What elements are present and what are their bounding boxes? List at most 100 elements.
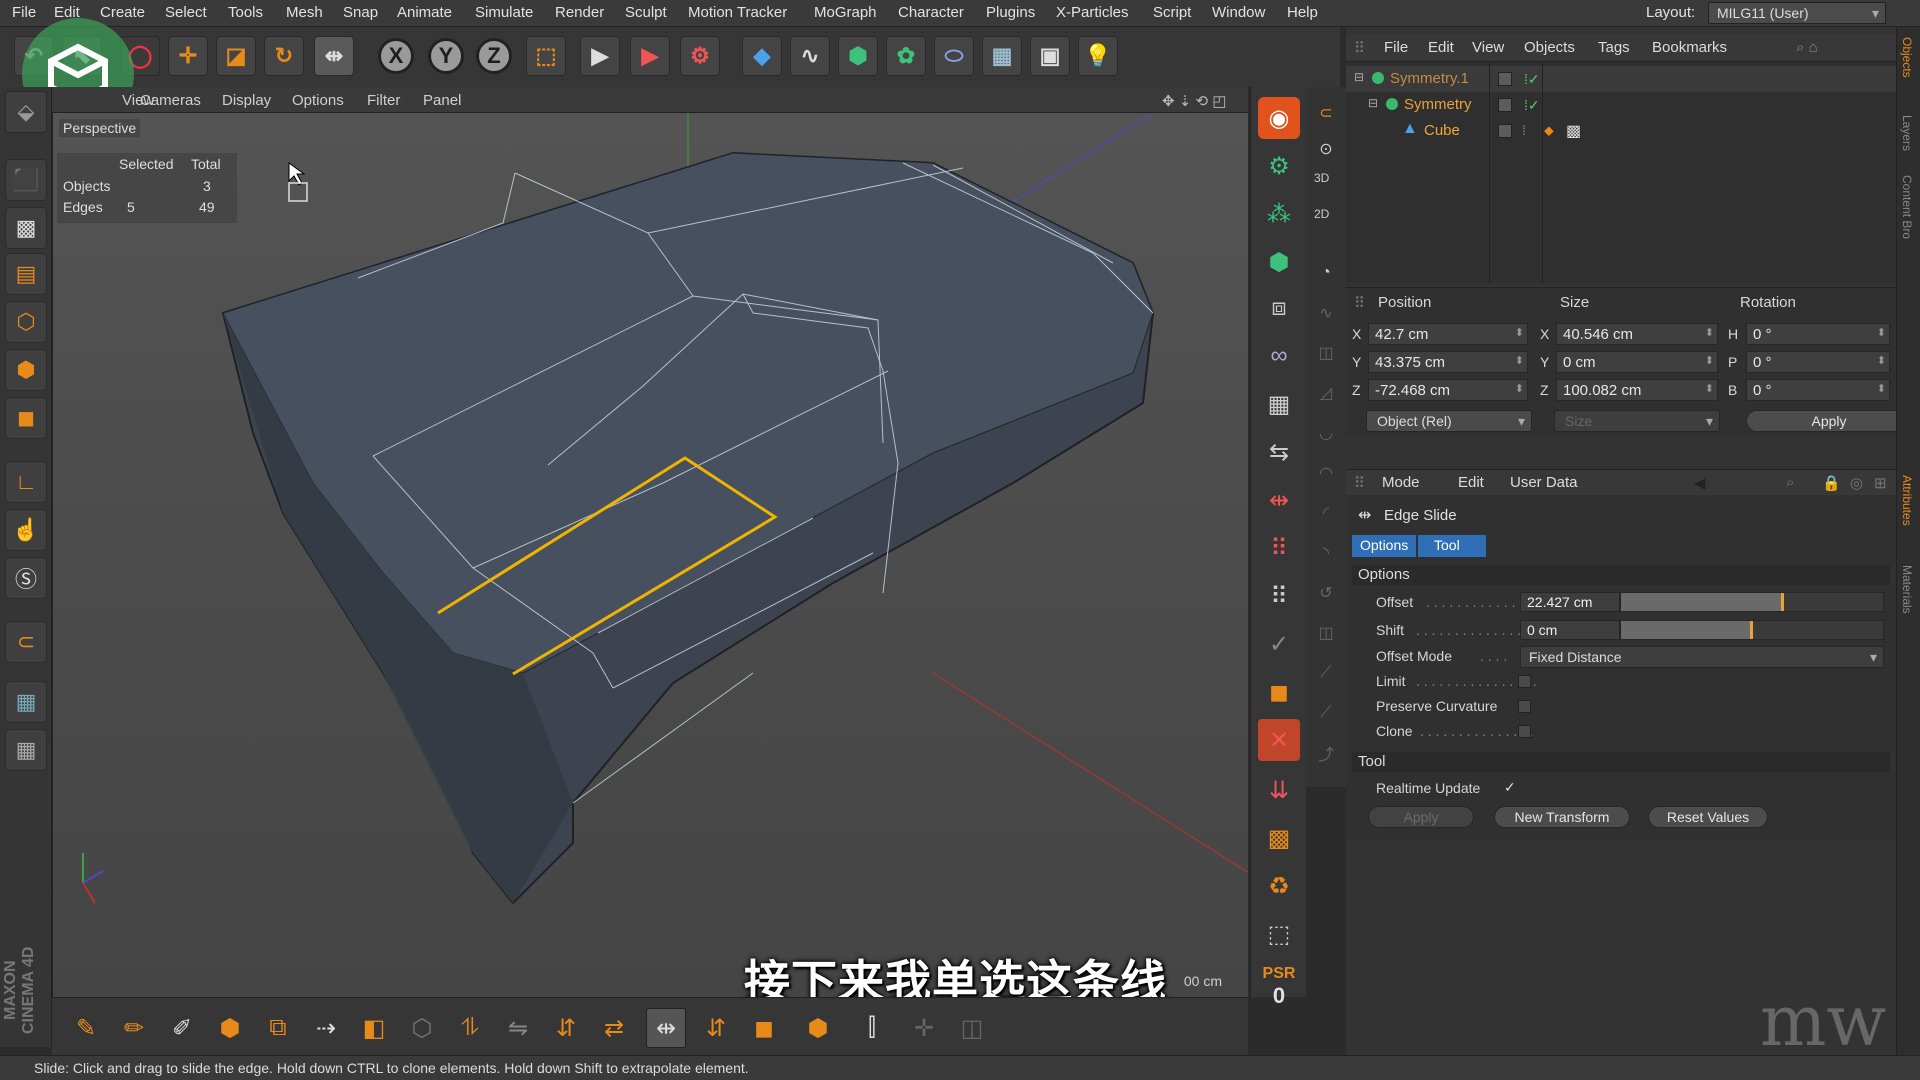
mograph-gear-icon[interactable]: ⚙ [1258,145,1300,187]
collapse-icon[interactable]: ⊟ [1368,96,1378,110]
size-x-field[interactable]: 40.546 cm [1556,323,1718,345]
coordinates-apply-button[interactable]: Apply [1746,410,1912,432]
model-mode-icon[interactable]: ⬛ [5,159,47,201]
coordinate-mode-dropdown[interactable]: Object (Rel) [1366,410,1532,432]
menu-snap[interactable]: Snap [343,4,378,21]
points-mode-icon[interactable]: ⬡ [5,301,47,343]
enabled-check-icon[interactable]: ⁞✓ [1524,97,1540,114]
dots-array-icon[interactable]: ⠿ [1258,575,1300,617]
mirror-icon[interactable]: ⬢ [798,1008,838,1048]
menu-render[interactable]: Render [555,4,604,21]
size-mode-dropdown[interactable]: Size [1554,410,1720,432]
menu-simulate[interactable]: Simulate [475,4,533,21]
reset-values-button[interactable]: Reset Values [1648,806,1768,828]
visibility-dots-icon[interactable]: ⁞ [1522,122,1526,138]
om-menu-file[interactable]: File [1384,39,1408,56]
snapping-icon[interactable]: ⊂ [5,621,47,663]
attr-lock-icon[interactable]: 🔒 [1822,474,1841,492]
offset-slider-handle[interactable] [1781,593,1785,611]
menu-plugins[interactable]: Plugins [986,4,1035,21]
3d-viewport[interactable]: Perspective Selected Total Objects 3 Edg… [52,113,1248,997]
voronoi-icon[interactable]: ⬢ [1258,241,1300,283]
disconnect-icon[interactable]: ✕ [1258,719,1300,761]
menu-select[interactable]: Select [165,4,207,21]
tweak-mode-icon[interactable]: ☝ [5,509,47,551]
polygon-pen-icon[interactable]: ✐ [162,1008,202,1048]
menu-character[interactable]: Character [898,4,964,21]
object-row-symmetry[interactable]: ⊟ Symmetry ⁞✓ [1346,92,1896,118]
menu-x-particles[interactable]: X-Particles [1056,4,1129,21]
iron-icon[interactable]: ✛ [904,1008,944,1048]
grid-array-icon[interactable]: ▦ [1258,383,1300,425]
set-point-value-icon[interactable]: ⇵ [696,1008,736,1048]
symmetry-tool-icon[interactable]: ⇆ [1258,431,1300,473]
rot-p-field[interactable]: 0 ° [1746,351,1890,373]
om-menu-tags[interactable]: Tags [1598,39,1630,56]
pos-y-field[interactable]: 43.375 cm [1368,351,1528,373]
render-region-icon[interactable]: ⬚ [1258,913,1300,955]
knife-tool-icon[interactable]: ✎ [66,1008,106,1048]
offset-mode-dropdown[interactable]: Fixed Distance [1520,646,1884,668]
solo-mode-icon[interactable]: Ⓢ [5,557,47,599]
normal-move-icon[interactable]: ⇋ [498,1008,538,1048]
connect-icon[interactable]: ⇹ [1258,479,1300,521]
menu-script[interactable]: Script [1153,4,1191,21]
realtime-update-checkbox[interactable]: ✓ [1504,779,1516,796]
menu-animate[interactable]: Animate [397,4,452,21]
spline-icon[interactable]: ∿ [790,36,830,76]
shift-slider[interactable] [1620,620,1884,640]
pos-x-field[interactable]: 42.7 cm [1368,323,1528,345]
vp-menu-options[interactable]: Options [292,92,344,109]
light-icon[interactable]: 💡 [1078,36,1118,76]
limit-checkbox[interactable] [1518,675,1531,688]
layer-swatch[interactable] [1498,72,1512,86]
weld-icon[interactable]: ⫿ [852,1008,892,1048]
menu-motion-tracker[interactable]: Motion Tracker [688,4,787,21]
edges-mode-icon[interactable]: ⬢ [5,349,47,391]
smooth-shift-icon[interactable]: ⥮ [450,1008,490,1048]
fracture-icon[interactable]: ⁂ [1258,193,1300,235]
menu-create[interactable]: Create [100,4,145,21]
side-tab-layers[interactable]: Layers [1900,115,1914,151]
viewport-nav-icons[interactable]: ✥ ⇣ ⟲ ◰ [1162,92,1226,110]
recycle-icon[interactable]: ♻ [1258,865,1300,907]
preserve-curvature-checkbox[interactable] [1518,700,1531,713]
enabled-check-icon[interactable]: ⁞✓ [1524,71,1540,88]
timeline-record-icon[interactable]: ◉ [1258,97,1300,139]
menu-sculpt[interactable]: Sculpt [625,4,667,21]
phong-tag-icon[interactable]: ⬥ [1544,122,1554,139]
size-z-field[interactable]: 100.082 cm [1556,379,1718,401]
vp-menu-filter[interactable]: Filter [367,92,400,109]
om-menu-view[interactable]: View [1472,39,1504,56]
coordinate-system-icon[interactable]: ⬚ [526,36,566,76]
workplane-lock-icon[interactable]: ▦ [5,681,47,723]
attr-menu-user-data[interactable]: User Data [1510,474,1578,491]
render-picture-viewer-icon[interactable]: ▶ [630,36,670,76]
layer-swatch[interactable] [1498,124,1512,138]
vp-menu-display[interactable]: Display [222,92,271,109]
move-icon[interactable]: ✛ [168,36,208,76]
om-search-icon[interactable]: ⌕ ⌂ [1796,39,1818,56]
menu-file[interactable]: File [12,4,36,21]
menu-mesh[interactable]: Mesh [286,4,323,21]
menu-window[interactable]: Window [1212,4,1265,21]
side-tab-materials[interactable]: Materials [1900,565,1914,614]
attr-menu-mode[interactable]: Mode [1382,474,1420,491]
line-cut-icon[interactable]: ✏ [114,1008,154,1048]
side-tab-content-browser[interactable]: Content Bro [1900,175,1914,239]
menu-tools[interactable]: Tools [228,4,263,21]
menu-help[interactable]: Help [1287,4,1318,21]
instance-icon[interactable]: ⧈ [1258,287,1300,329]
attr-menu-edit[interactable]: Edit [1458,474,1484,491]
object-row-cube[interactable]: ▲ Cube ⁞ ⬥ ▩ [1346,118,1896,144]
pin-icon[interactable]: ✓ [1258,623,1300,665]
camera-icon[interactable]: ▣ [1030,36,1070,76]
slide-icon[interactable]: ⇵ [546,1008,586,1048]
matrix-extrude-icon[interactable]: ⬡ [402,1008,442,1048]
new-transform-button[interactable]: New Transform [1494,806,1630,828]
extrude-icon[interactable]: ⬢ [210,1008,250,1048]
plugin-cube-icon[interactable]: ◼ [1258,671,1300,713]
point-array-icon[interactable]: ⠿ [1258,527,1300,569]
vp-menu-cameras[interactable]: Cameras [140,92,201,109]
om-menu-objects[interactable]: Objects [1524,39,1575,56]
